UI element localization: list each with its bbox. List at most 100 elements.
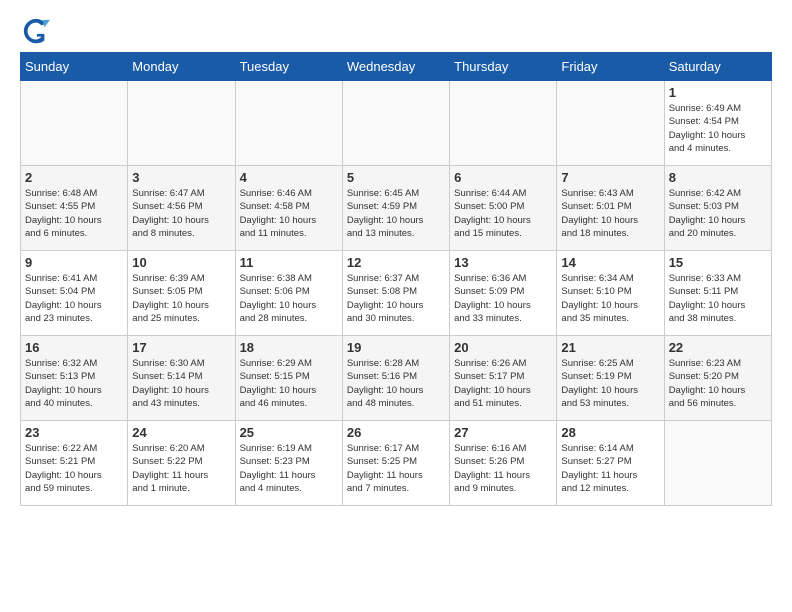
day-info: Sunrise: 6:19 AM Sunset: 5:23 PM Dayligh…: [240, 442, 338, 495]
calendar-cell: 9 Sunrise: 6:41 AM Sunset: 5:04 PM Daylig…: [21, 251, 128, 336]
day-number: 21: [561, 340, 659, 355]
calendar-cell: 8 Sunrise: 6:42 AM Sunset: 5:03 PM Daylig…: [664, 166, 771, 251]
day-number: 2: [25, 170, 123, 185]
calendar-cell: 23Sunrise: 6:22 AM Sunset: 5:21 PM Dayli…: [21, 421, 128, 506]
calendar-cell: 6Sunrise: 6:44 AM Sunset: 5:00 PM Daylig…: [450, 166, 557, 251]
day-number: 26: [347, 425, 445, 440]
calendar-cell: 2 Sunrise: 6:48 AM Sunset: 4:55 PM Daylig…: [21, 166, 128, 251]
calendar-cell: 17 Sunrise: 6:30 AM Sunset: 5:14 PM Dayli…: [128, 336, 235, 421]
day-info: Sunrise: 6:37 AM Sunset: 5:08 PM Dayligh…: [347, 272, 445, 325]
calendar-cell: 10 Sunrise: 6:39 AM Sunset: 5:05 PM Dayli…: [128, 251, 235, 336]
calendar-cell: 4 Sunrise: 6:46 AM Sunset: 4:58 PM Daylig…: [235, 166, 342, 251]
calendar-cell: 11 Sunrise: 6:38 AM Sunset: 5:06 PM Dayli…: [235, 251, 342, 336]
day-info: Sunrise: 6:32 AM Sunset: 5:13 PM Dayligh…: [25, 357, 123, 410]
calendar-cell: [557, 81, 664, 166]
day-number: 8: [669, 170, 767, 185]
calendar-cell: [235, 81, 342, 166]
page-header: [20, 20, 772, 42]
calendar-cell: 13 Sunrise: 6:36 AM Sunset: 5:09 PM Dayli…: [450, 251, 557, 336]
day-number: 1: [669, 85, 767, 100]
day-info: Sunrise: 6:28 AM Sunset: 5:16 PM Dayligh…: [347, 357, 445, 410]
weekday-header-monday: Monday: [128, 53, 235, 81]
day-number: 27: [454, 425, 552, 440]
calendar-cell: 16 Sunrise: 6:32 AM Sunset: 5:13 PM Dayli…: [21, 336, 128, 421]
week-row-2: 2 Sunrise: 6:48 AM Sunset: 4:55 PM Daylig…: [21, 166, 772, 251]
calendar-cell: [21, 81, 128, 166]
calendar-cell: 15Sunrise: 6:33 AM Sunset: 5:11 PM Dayli…: [664, 251, 771, 336]
calendar-cell: 25 Sunrise: 6:19 AM Sunset: 5:23 PM Dayli…: [235, 421, 342, 506]
day-info: Sunrise: 6:23 AM Sunset: 5:20 PM Dayligh…: [669, 357, 767, 410]
day-number: 11: [240, 255, 338, 270]
calendar-cell: [342, 81, 449, 166]
calendar-cell: 3Sunrise: 6:47 AM Sunset: 4:56 PM Daylig…: [128, 166, 235, 251]
calendar-cell: 12 Sunrise: 6:37 AM Sunset: 5:08 PM Dayli…: [342, 251, 449, 336]
day-info: Sunrise: 6:39 AM Sunset: 5:05 PM Dayligh…: [132, 272, 230, 325]
calendar-cell: 5 Sunrise: 6:45 AM Sunset: 4:59 PM Daylig…: [342, 166, 449, 251]
day-info: Sunrise: 6:49 AM Sunset: 4:54 PM Dayligh…: [669, 102, 767, 155]
calendar-cell: 24 Sunrise: 6:20 AM Sunset: 5:22 PM Dayli…: [128, 421, 235, 506]
day-number: 5: [347, 170, 445, 185]
day-info: Sunrise: 6:36 AM Sunset: 5:09 PM Dayligh…: [454, 272, 552, 325]
calendar-cell: 22 Sunrise: 6:23 AM Sunset: 5:20 PM Dayli…: [664, 336, 771, 421]
calendar-cell: [664, 421, 771, 506]
day-number: 18: [240, 340, 338, 355]
calendar-cell: 7 Sunrise: 6:43 AM Sunset: 5:01 PM Daylig…: [557, 166, 664, 251]
day-info: Sunrise: 6:33 AM Sunset: 5:11 PM Dayligh…: [669, 272, 767, 325]
calendar-cell: 20 Sunrise: 6:26 AM Sunset: 5:17 PM Dayli…: [450, 336, 557, 421]
day-number: 20: [454, 340, 552, 355]
calendar-cell: 19 Sunrise: 6:28 AM Sunset: 5:16 PM Dayli…: [342, 336, 449, 421]
day-info: Sunrise: 6:22 AM Sunset: 5:21 PM Dayligh…: [25, 442, 123, 495]
day-number: 14: [561, 255, 659, 270]
day-number: 24: [132, 425, 230, 440]
day-number: 6: [454, 170, 552, 185]
calendar-cell: 28 Sunrise: 6:14 AM Sunset: 5:27 PM Dayli…: [557, 421, 664, 506]
day-info: Sunrise: 6:34 AM Sunset: 5:10 PM Dayligh…: [561, 272, 659, 325]
day-info: Sunrise: 6:14 AM Sunset: 5:27 PM Dayligh…: [561, 442, 659, 495]
calendar-cell: 14 Sunrise: 6:34 AM Sunset: 5:10 PM Dayli…: [557, 251, 664, 336]
calendar-table: SundayMondayTuesdayWednesdayThursdayFrid…: [20, 52, 772, 506]
day-number: 19: [347, 340, 445, 355]
week-row-1: 1 Sunrise: 6:49 AM Sunset: 4:54 PM Daylig…: [21, 81, 772, 166]
day-number: 28: [561, 425, 659, 440]
weekday-header-row: SundayMondayTuesdayWednesdayThursdayFrid…: [21, 53, 772, 81]
logo-icon: [22, 18, 50, 46]
day-number: 25: [240, 425, 338, 440]
day-number: 7: [561, 170, 659, 185]
calendar-cell: 26 Sunrise: 6:17 AM Sunset: 5:25 PM Dayli…: [342, 421, 449, 506]
weekday-header-wednesday: Wednesday: [342, 53, 449, 81]
calendar-cell: [450, 81, 557, 166]
day-number: 17: [132, 340, 230, 355]
day-info: Sunrise: 6:41 AM Sunset: 5:04 PM Dayligh…: [25, 272, 123, 325]
logo: [20, 20, 50, 42]
weekday-header-tuesday: Tuesday: [235, 53, 342, 81]
day-number: 9: [25, 255, 123, 270]
day-number: 22: [669, 340, 767, 355]
calendar-cell: 1 Sunrise: 6:49 AM Sunset: 4:54 PM Daylig…: [664, 81, 771, 166]
week-row-4: 16 Sunrise: 6:32 AM Sunset: 5:13 PM Dayli…: [21, 336, 772, 421]
day-info: Sunrise: 6:42 AM Sunset: 5:03 PM Dayligh…: [669, 187, 767, 240]
day-number: 16: [25, 340, 123, 355]
day-info: Sunrise: 6:30 AM Sunset: 5:14 PM Dayligh…: [132, 357, 230, 410]
calendar-cell: 27Sunrise: 6:16 AM Sunset: 5:26 PM Dayli…: [450, 421, 557, 506]
day-info: Sunrise: 6:29 AM Sunset: 5:15 PM Dayligh…: [240, 357, 338, 410]
weekday-header-thursday: Thursday: [450, 53, 557, 81]
day-info: Sunrise: 6:26 AM Sunset: 5:17 PM Dayligh…: [454, 357, 552, 410]
day-info: Sunrise: 6:38 AM Sunset: 5:06 PM Dayligh…: [240, 272, 338, 325]
weekday-header-friday: Friday: [557, 53, 664, 81]
day-number: 13: [454, 255, 552, 270]
day-info: Sunrise: 6:47 AM Sunset: 4:56 PM Dayligh…: [132, 187, 230, 240]
calendar-cell: 21 Sunrise: 6:25 AM Sunset: 5:19 PM Dayli…: [557, 336, 664, 421]
day-number: 10: [132, 255, 230, 270]
day-info: Sunrise: 6:25 AM Sunset: 5:19 PM Dayligh…: [561, 357, 659, 410]
day-info: Sunrise: 6:43 AM Sunset: 5:01 PM Dayligh…: [561, 187, 659, 240]
day-info: Sunrise: 6:20 AM Sunset: 5:22 PM Dayligh…: [132, 442, 230, 495]
day-info: Sunrise: 6:45 AM Sunset: 4:59 PM Dayligh…: [347, 187, 445, 240]
day-info: Sunrise: 6:46 AM Sunset: 4:58 PM Dayligh…: [240, 187, 338, 240]
day-info: Sunrise: 6:48 AM Sunset: 4:55 PM Dayligh…: [25, 187, 123, 240]
week-row-5: 23Sunrise: 6:22 AM Sunset: 5:21 PM Dayli…: [21, 421, 772, 506]
day-number: 12: [347, 255, 445, 270]
day-number: 4: [240, 170, 338, 185]
day-info: Sunrise: 6:17 AM Sunset: 5:25 PM Dayligh…: [347, 442, 445, 495]
calendar-cell: 18 Sunrise: 6:29 AM Sunset: 5:15 PM Dayli…: [235, 336, 342, 421]
weekday-header-saturday: Saturday: [664, 53, 771, 81]
